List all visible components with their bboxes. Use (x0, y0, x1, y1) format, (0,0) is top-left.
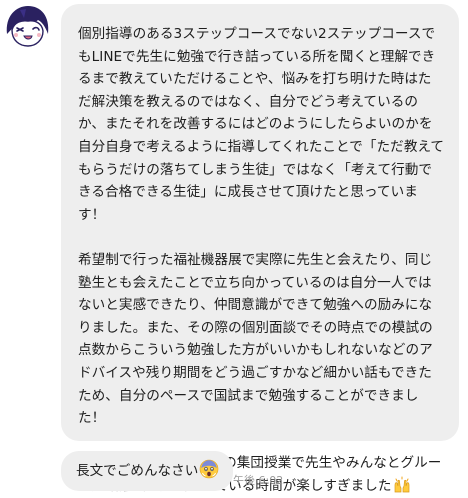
chat-area: 個別指導のある3ステップコースでない2ステップコースでもLINEで先生に勉強で行… (0, 0, 468, 498)
reply-text: 長文でごめんなさい (76, 463, 199, 479)
message-timestamp: 午後 6:02 (233, 474, 284, 487)
reply-bubble[interactable]: 長文でごめんなさい (61, 451, 234, 491)
message-paragraph-1: 個別指導のある3ステップコースでない2ステップコースでもLINEで先生に勉強で行… (78, 26, 445, 223)
avatar[interactable] (4, 4, 50, 50)
avatar-image (4, 4, 50, 50)
message-paragraph-2: 希望制で行った福祉機器展で実際に先生と会えたり、同じ塾生とも会えたことで立ち向か… (78, 251, 433, 427)
message-bubble[interactable]: 個別指導のある3ステップコースでない2ステップコースでもLINEで先生に勉強で行… (61, 4, 459, 494)
fearful-face-emoji (199, 455, 219, 495)
raised-hands-emoji (393, 476, 411, 498)
